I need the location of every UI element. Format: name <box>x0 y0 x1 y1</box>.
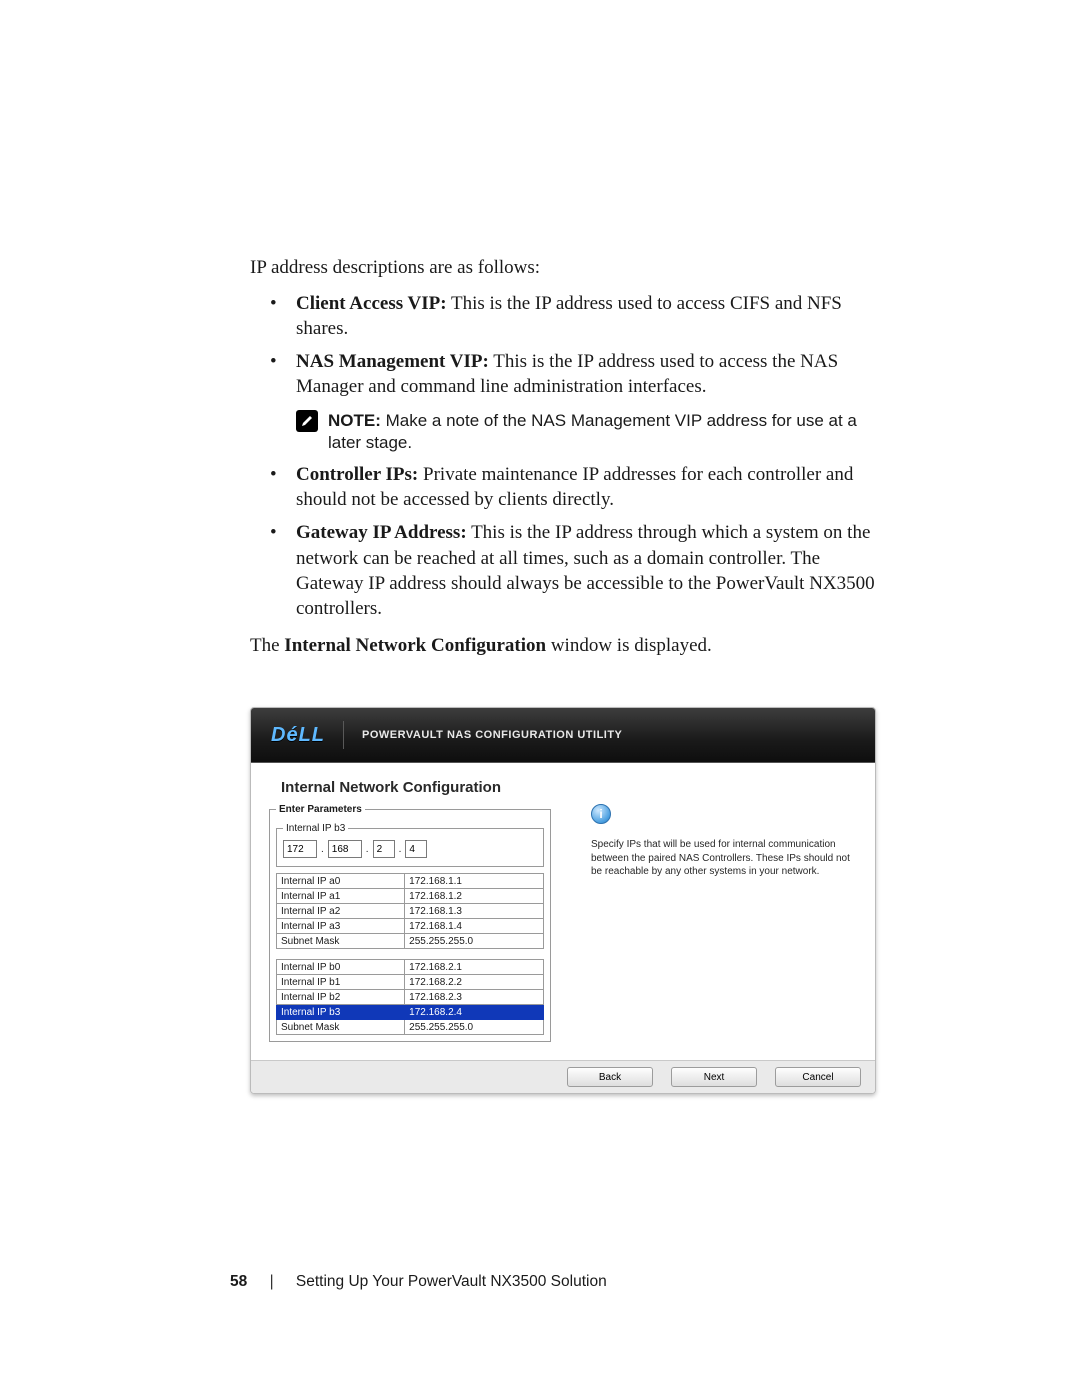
back-button[interactable]: Back <box>567 1067 653 1087</box>
ip-octet-0[interactable] <box>283 840 317 858</box>
ip-value-cell: 172.168.2.4 <box>405 1005 544 1020</box>
ip-label-cell: Subnet Mask <box>277 1020 405 1035</box>
bullet-bold: Controller IPs: <box>296 464 418 485</box>
utility-body: Internal Network Configuration Enter Par… <box>251 763 875 1060</box>
note-pencil-icon <box>296 410 318 432</box>
ip-octet-1[interactable] <box>328 840 362 858</box>
displayed-suffix: window is displayed. <box>546 635 712 656</box>
legend-enter: Enter Parameters <box>276 804 365 815</box>
ip-label-cell: Internal IP b2 <box>277 990 405 1005</box>
table-row[interactable]: Internal IP b1172.168.2.2 <box>277 975 544 990</box>
dot: . <box>319 844 326 855</box>
bullet-item: Client Access VIP: This is the IP addres… <box>270 291 876 342</box>
bullet-item: NAS Management VIP: This is the IP addre… <box>270 349 876 400</box>
config-utility-window: DéLL POWERVAULT NAS CONFIGURATION UTILIT… <box>250 707 876 1094</box>
cancel-button[interactable]: Cancel <box>775 1067 861 1087</box>
table-row[interactable]: Internal IP a1172.168.1.2 <box>277 889 544 904</box>
ip-octet-2[interactable] <box>373 840 395 858</box>
page-footer: 58 | Setting Up Your PowerVault NX3500 S… <box>230 1273 607 1291</box>
displayed-bold: Internal Network Configuration <box>284 635 546 656</box>
bullet-item: Controller IPs: Private maintenance IP a… <box>270 462 876 513</box>
ip-table-a: Internal IP a0172.168.1.1Internal IP a11… <box>276 873 544 949</box>
utility-title: POWERVAULT NAS CONFIGURATION UTILITY <box>362 729 622 741</box>
ip-value-cell: 172.168.2.3 <box>405 990 544 1005</box>
page-number: 58 <box>230 1273 247 1290</box>
dot: . <box>397 844 404 855</box>
note-block: NOTE: Make a note of the NAS Management … <box>296 410 876 454</box>
info-column: i Specify IPs that will be used for inte… <box>591 804 859 1060</box>
ip-value-cell: 255.255.255.0 <box>405 1020 544 1035</box>
displayed-line: The Internal Network Configuration windo… <box>250 633 876 659</box>
intro-text: IP address descriptions are as follows: <box>250 255 876 281</box>
note-bold: NOTE: <box>328 411 381 430</box>
ip-label-cell: Internal IP a0 <box>277 874 405 889</box>
ip-value-cell: 172.168.2.2 <box>405 975 544 990</box>
next-button[interactable]: Next <box>671 1067 757 1087</box>
ip-label-cell: Internal IP a1 <box>277 889 405 904</box>
ip-label-cell: Subnet Mask <box>277 934 405 949</box>
utility-titlebar: DéLL POWERVAULT NAS CONFIGURATION UTILIT… <box>251 708 875 763</box>
dot: . <box>364 844 371 855</box>
ip-value-cell: 172.168.1.3 <box>405 904 544 919</box>
info-text: Specify IPs that will be used for intern… <box>591 838 851 879</box>
bullet-bold: Gateway IP Address: <box>296 522 467 543</box>
ip-value-cell: 255.255.255.0 <box>405 934 544 949</box>
ip-label-cell: Internal IP b0 <box>277 960 405 975</box>
table-row[interactable]: Internal IP b2172.168.2.3 <box>277 990 544 1005</box>
note-body: Make a note of the NAS Management VIP ad… <box>328 411 857 452</box>
displayed-prefix: The <box>250 635 284 656</box>
internal-ip-b3-fieldset: Internal IP b3 . . . <box>276 823 544 867</box>
titlebar-divider <box>343 721 344 749</box>
table-row[interactable]: Internal IP a3172.168.1.4 <box>277 919 544 934</box>
ip-table-b: Internal IP b0172.168.2.1Internal IP b11… <box>276 959 544 1035</box>
footer-separator: | <box>270 1273 274 1290</box>
section-title: Internal Network Configuration <box>281 779 859 796</box>
dell-logo: DéLL <box>271 724 325 747</box>
bullet-item: Gateway IP Address: This is the IP addre… <box>270 520 876 621</box>
footer-title: Setting Up Your PowerVault NX3500 Soluti… <box>296 1273 607 1290</box>
table-row[interactable]: Internal IP a2172.168.1.3 <box>277 904 544 919</box>
ip-octet-3[interactable] <box>405 840 427 858</box>
bullet-bold: Client Access VIP: <box>296 293 447 314</box>
ip-value-cell: 172.168.1.2 <box>405 889 544 904</box>
table-row[interactable]: Subnet Mask255.255.255.0 <box>277 934 544 949</box>
table-row[interactable]: Subnet Mask255.255.255.0 <box>277 1020 544 1035</box>
bullet-bold: NAS Management VIP: <box>296 351 489 372</box>
table-row[interactable]: Internal IP b0172.168.2.1 <box>277 960 544 975</box>
table-row[interactable]: Internal IP b3172.168.2.4 <box>277 1005 544 1020</box>
ip-value-cell: 172.168.1.1 <box>405 874 544 889</box>
table-row[interactable]: Internal IP a0172.168.1.1 <box>277 874 544 889</box>
note-text: NOTE: Make a note of the NAS Management … <box>328 410 876 454</box>
legend-b3: Internal IP b3 <box>283 823 348 834</box>
ip-label-cell: Internal IP b3 <box>277 1005 405 1020</box>
ip-value-cell: 172.168.2.1 <box>405 960 544 975</box>
ip-label-cell: Internal IP a2 <box>277 904 405 919</box>
ip-value-cell: 172.168.1.4 <box>405 919 544 934</box>
info-icon: i <box>591 804 611 824</box>
ip-label-cell: Internal IP b1 <box>277 975 405 990</box>
utility-footer: Back Next Cancel <box>251 1060 875 1093</box>
ip-label-cell: Internal IP a3 <box>277 919 405 934</box>
enter-parameters-fieldset: Enter Parameters Internal IP b3 . . . <box>269 804 551 1042</box>
